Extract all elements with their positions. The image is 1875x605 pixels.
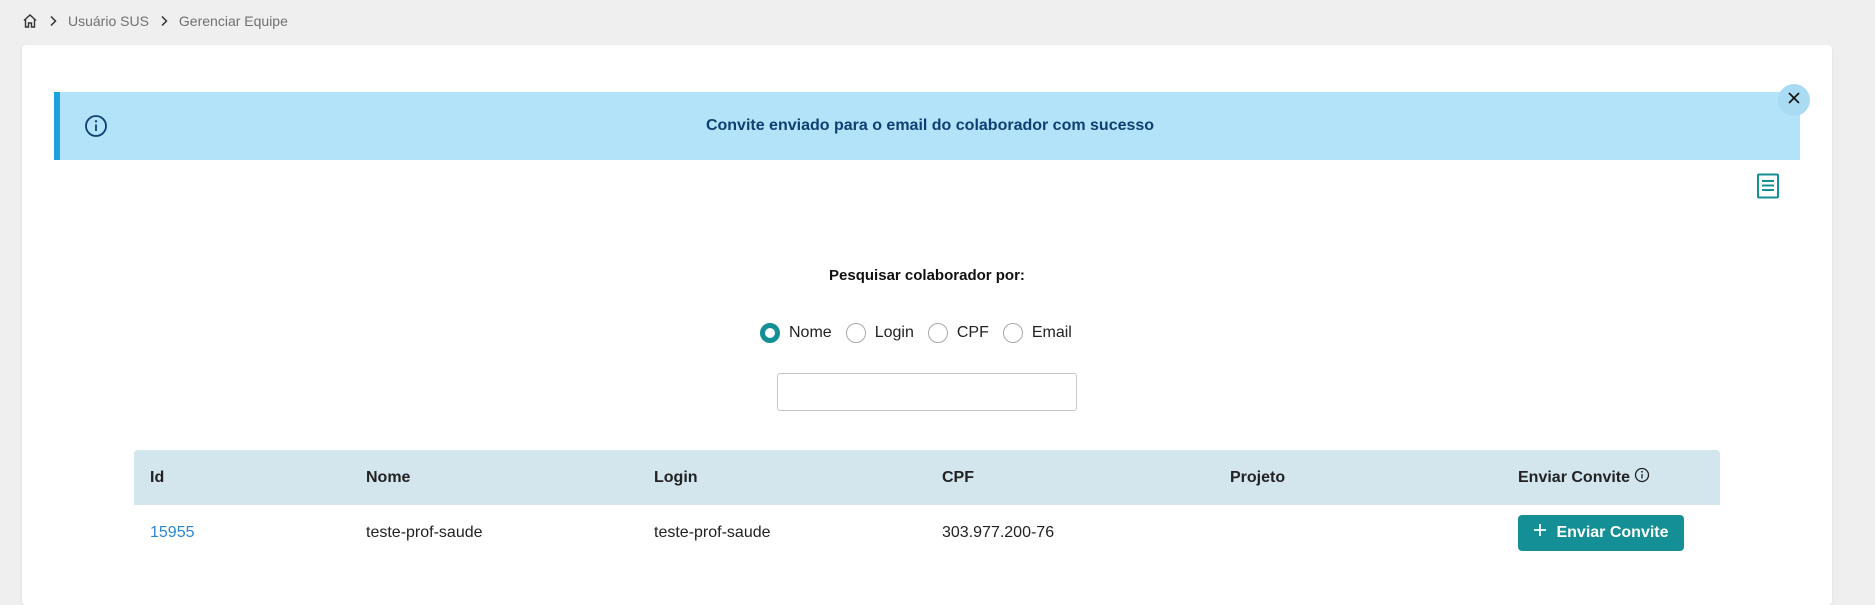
column-header-enviar-convite: Enviar Convite xyxy=(1502,467,1720,488)
send-invite-button[interactable]: Enviar Convite xyxy=(1518,514,1684,551)
breadcrumb-item-usuario-sus[interactable]: Usuário SUS xyxy=(68,13,149,29)
search-type-radio-group: Nome Login CPF Email xyxy=(760,321,1086,345)
table-row: 15955 teste-prof-saude teste-prof-saude … xyxy=(134,505,1720,560)
document-icon[interactable] xyxy=(1756,173,1780,204)
info-icon xyxy=(84,114,108,143)
radio-button[interactable] xyxy=(927,323,948,343)
cell-cpf: 303.977.200-76 xyxy=(942,523,1055,541)
column-header-login: Login xyxy=(654,468,698,486)
chevron-right-icon xyxy=(159,15,169,27)
column-header-cpf: CPF xyxy=(942,468,974,486)
close-icon[interactable] xyxy=(1787,91,1801,110)
column-header-projeto: Projeto xyxy=(1230,468,1286,486)
column-header-id: Id xyxy=(150,468,165,486)
table-header: Id Nome Login CPF Projeto Enviar Convite xyxy=(134,450,1720,505)
collaborators-table: Id Nome Login CPF Projeto Enviar Convite… xyxy=(134,450,1720,560)
radio-button-checked[interactable] xyxy=(760,323,780,343)
breadcrumb-item-gerenciar-equipe: Gerenciar Equipe xyxy=(178,13,288,29)
radio-login[interactable]: Login xyxy=(845,323,914,343)
info-icon[interactable] xyxy=(1634,467,1650,488)
radio-button[interactable] xyxy=(845,323,866,343)
breadcrumb: Usuário SUS Gerenciar Equipe xyxy=(22,11,288,31)
home-icon[interactable] xyxy=(22,13,38,29)
close-alert-button[interactable] xyxy=(1778,84,1810,116)
column-header-nome: Nome xyxy=(366,468,411,486)
radio-button[interactable] xyxy=(1002,323,1023,343)
cell-login: teste-prof-saude xyxy=(654,523,771,541)
success-alert: Convite enviado para o email do colabora… xyxy=(54,92,1800,160)
radio-email[interactable]: Email xyxy=(1002,323,1072,343)
main-card: Convite enviado para o email do colabora… xyxy=(22,45,1832,605)
cell-nome: teste-prof-saude xyxy=(366,523,483,541)
radio-cpf[interactable]: CPF xyxy=(927,323,989,343)
plus-icon xyxy=(1533,523,1547,542)
chevron-right-icon xyxy=(48,15,58,27)
search-input[interactable] xyxy=(777,373,1077,411)
alert-message: Convite enviado para o email do colabora… xyxy=(705,117,1155,134)
search-label: Pesquisar colaborador por: xyxy=(829,267,1025,284)
radio-nome[interactable]: Nome xyxy=(760,323,832,343)
collaborator-id-link[interactable]: 15955 xyxy=(150,524,195,541)
